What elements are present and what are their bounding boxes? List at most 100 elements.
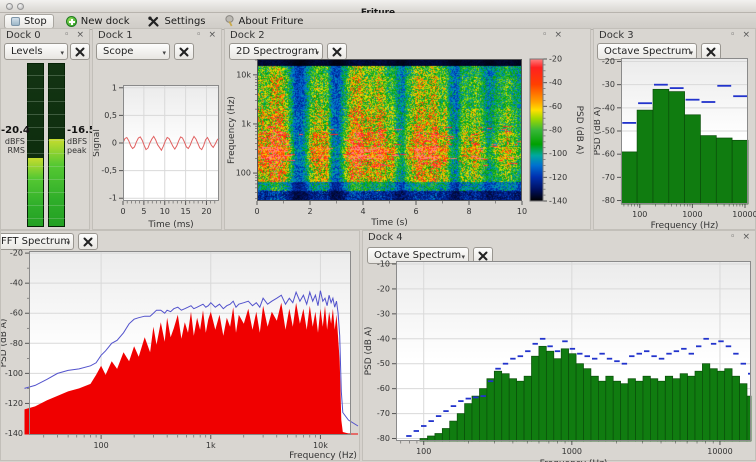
svg-text:-80: -80: [377, 434, 390, 443]
svg-text:-50: -50: [377, 359, 390, 368]
dock2-settings-button[interactable]: [327, 43, 347, 60]
svg-text:-120: -120: [549, 173, 567, 182]
svg-text:-60: -60: [10, 309, 23, 318]
settings-button[interactable]: Settings: [141, 14, 211, 29]
fft-settings-button[interactable]: [78, 233, 98, 250]
svg-text:2: 2: [307, 207, 312, 216]
window-control-icon[interactable]: [6, 3, 13, 10]
window-control-icon[interactable]: [17, 3, 24, 10]
stop-icon: [11, 17, 20, 26]
svg-text:-40: -40: [377, 334, 390, 343]
chevron-down-icon: ▾: [315, 46, 319, 60]
svg-text:-60: -60: [377, 384, 390, 393]
svg-text:PSD (dB A): PSD (dB A): [574, 106, 584, 155]
svg-text:6: 6: [413, 207, 418, 216]
settings-icon: [147, 15, 160, 28]
dock-title: Dock 0: [6, 30, 41, 41]
svg-text:-20: -20: [377, 284, 390, 293]
svg-text:-80: -80: [10, 339, 23, 348]
chevron-down-icon: ▾: [162, 46, 166, 60]
svg-text:10000: 10000: [707, 447, 732, 456]
dock-fft-spectrum: FFT Spectrum▾ -20-40-60-80-100-120-14010…: [0, 230, 360, 461]
dock0-widget-selector[interactable]: Levels▾: [4, 43, 68, 60]
new-dock-icon: [66, 16, 77, 27]
float-icon[interactable]: ◦: [64, 30, 69, 40]
svg-text:0,5: 0,5: [104, 111, 117, 120]
grid: [396, 261, 751, 441]
svg-text:10000: 10000: [732, 210, 756, 219]
fft-widget-selector[interactable]: FFT Spectrum▾: [0, 233, 74, 250]
wrench-icon: [477, 250, 489, 262]
svg-text:1000: 1000: [682, 210, 702, 219]
dock1-widget-selector[interactable]: Scope▾: [96, 43, 170, 60]
dock3-settings-button[interactable]: [701, 43, 721, 60]
svg-text:PSD (dB A): PSD (dB A): [1, 319, 9, 368]
dock1-settings-button[interactable]: [174, 43, 194, 60]
title-bar: Friture: [0, 0, 756, 13]
dock2-widget-selector[interactable]: 2D Spectrogram▾: [229, 43, 323, 60]
octave-spectrum-plot: -10-20-30-40-50-60-70-80100100010000Freq…: [363, 231, 756, 462]
dock-octave-spectrum-3: Dock 3 ◦× Octave Spectrum▾ -20-30-40-50-…: [593, 28, 756, 230]
svg-text:1k: 1k: [206, 441, 216, 450]
svg-text:10: 10: [517, 207, 527, 216]
svg-text:0: 0: [120, 207, 125, 216]
svg-text:100: 100: [416, 447, 431, 456]
close-icon[interactable]: ×: [742, 30, 750, 40]
svg-text:-80: -80: [602, 196, 615, 205]
dock4-settings-button[interactable]: [473, 247, 493, 264]
dock-title: Dock 1: [98, 30, 133, 41]
peak-markers: [406, 339, 750, 436]
close-icon[interactable]: ×: [554, 30, 562, 40]
rms-readout: -20.4 dBFS RMS: [1, 125, 25, 155]
axes: -20-40-60-80-100-120-1401001k10kFrequenc…: [1, 249, 357, 461]
close-icon[interactable]: ×: [742, 232, 750, 242]
svg-text:PSD (dB A): PSD (dB A): [364, 327, 374, 376]
svg-text:20: 20: [201, 207, 211, 216]
scope-waveform: [123, 136, 219, 150]
float-icon[interactable]: ◦: [542, 30, 547, 40]
dock0-settings-button[interactable]: [70, 43, 90, 60]
svg-text:-50: -50: [602, 127, 615, 136]
meter-scale-ticks: [27, 63, 44, 227]
chevron-down-icon: ▾: [461, 250, 465, 264]
fft-peak-line: [25, 291, 359, 426]
stop-button[interactable]: Stop: [4, 14, 54, 29]
svg-text:-60: -60: [549, 102, 562, 111]
svg-text:10k: 10k: [313, 441, 328, 450]
meter-scale-ticks: [48, 63, 65, 227]
svg-text:100: 100: [93, 441, 108, 450]
svg-text:-70: -70: [602, 173, 615, 182]
wrench-icon: [82, 236, 94, 248]
svg-text:PSD (dB A): PSD (dB A): [594, 107, 603, 156]
float-icon[interactable]: ◦: [730, 30, 735, 40]
svg-text:10: 10: [160, 207, 170, 216]
close-icon[interactable]: ×: [76, 30, 84, 40]
peak-markers: [622, 85, 747, 123]
svg-text:-0,5: -0,5: [101, 166, 117, 175]
svg-text:-20: -20: [549, 55, 562, 64]
new-dock-button[interactable]: New dock: [60, 14, 136, 29]
float-icon[interactable]: ◦: [196, 30, 201, 40]
close-icon[interactable]: ×: [208, 30, 216, 40]
peak-level-meter: [48, 63, 65, 227]
svg-text:-70: -70: [377, 409, 390, 418]
svg-text:100: 100: [632, 210, 647, 219]
svg-text:-40: -40: [602, 103, 615, 112]
svg-text:-140: -140: [5, 429, 23, 438]
microphone-icon: [224, 15, 235, 27]
svg-text:Time (ms): Time (ms): [147, 220, 193, 230]
svg-text:Frequency (Hz): Frequency (Hz): [289, 451, 357, 461]
grid: [29, 251, 351, 435]
dock4-widget-selector[interactable]: Octave Spectrum▾: [367, 247, 469, 264]
float-icon[interactable]: ◦: [730, 232, 735, 242]
svg-text:-100: -100: [549, 149, 567, 158]
svg-text:1000: 1000: [562, 447, 582, 456]
about-button[interactable]: About Friture: [218, 14, 310, 29]
dock-title: Dock 4: [368, 232, 403, 243]
dock3-widget-selector[interactable]: Octave Spectrum▾: [597, 43, 697, 60]
svg-text:Time (s): Time (s): [370, 218, 408, 228]
friture-window: Friture Stop New dock Settings About Fri…: [0, 0, 756, 462]
svg-text:-140: -140: [549, 197, 567, 206]
svg-text:-40: -40: [10, 279, 23, 288]
wrench-icon: [178, 46, 190, 58]
